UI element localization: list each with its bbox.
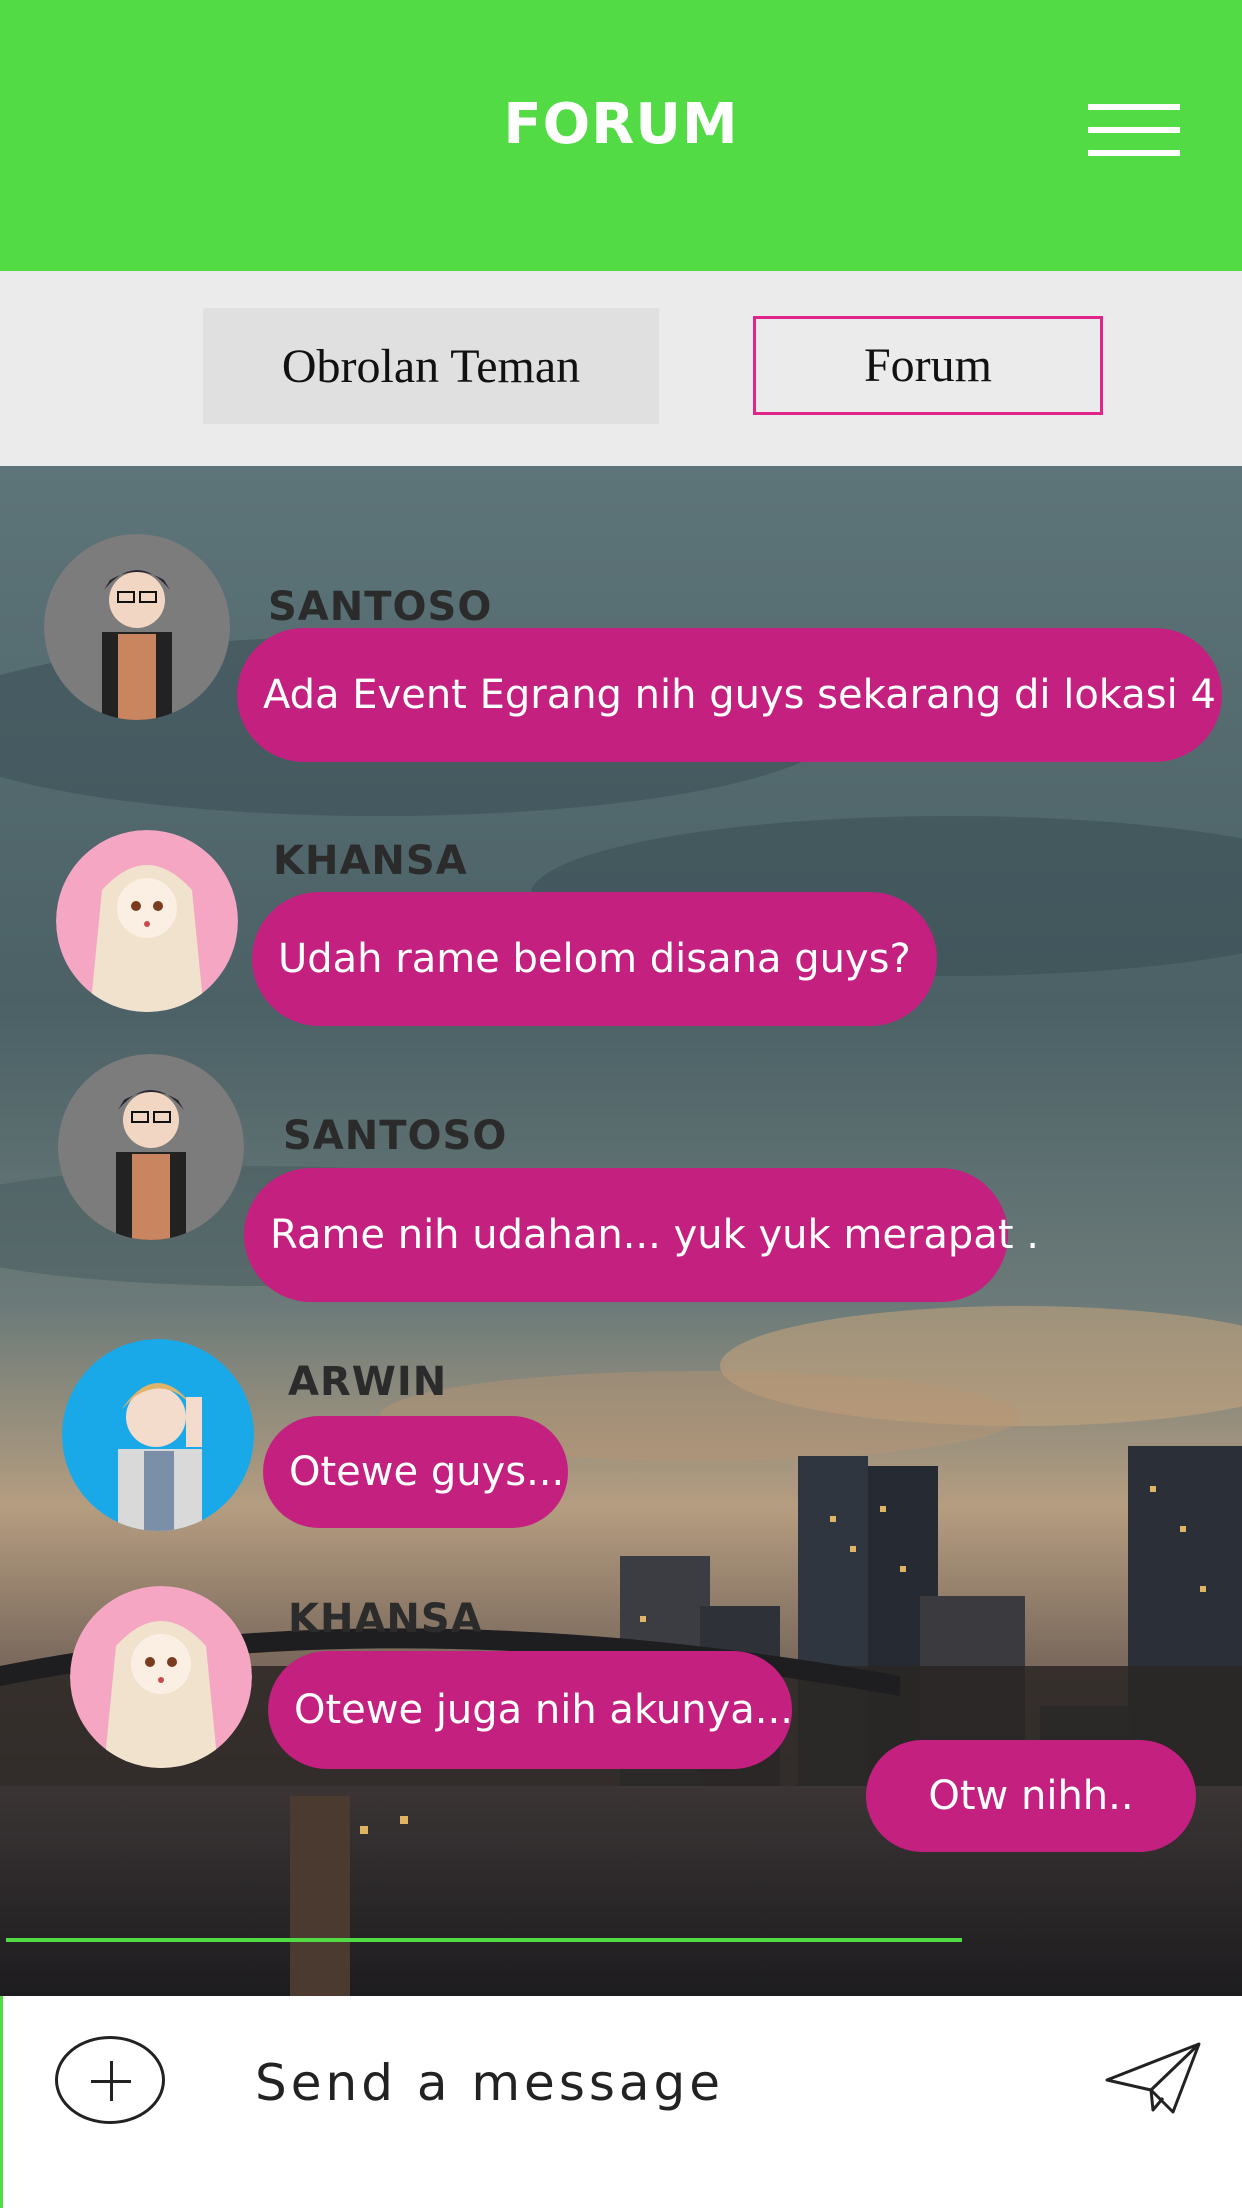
- chat-area[interactable]: SANTOSO Ada Event Egrang nih guys sekara…: [0, 466, 1242, 1996]
- sender-name: SANTOSO: [283, 1113, 508, 1159]
- app-header: FORUM: [0, 0, 1242, 271]
- paper-plane-icon[interactable]: [1103, 2040, 1203, 2116]
- sender-name: ARWIN: [288, 1359, 448, 1405]
- avatar-santoso[interactable]: [44, 534, 230, 720]
- message-bubble[interactable]: Rame nih udahan... yuk yuk merapat .: [244, 1168, 1039, 1302]
- message-bubble[interactable]: Udah rame belom disana guys?: [252, 892, 937, 1026]
- own-message-bubble[interactable]: Otw nihh..: [866, 1740, 1196, 1852]
- tab-bar: Obrolan Teman Forum: [0, 271, 1242, 466]
- plus-circle-icon[interactable]: [55, 2036, 165, 2124]
- message-composer: [0, 1996, 1242, 2208]
- avatar-santoso[interactable]: [58, 1054, 244, 1240]
- message-bubble[interactable]: Ada Event Egrang nih guys sekarang di lo…: [237, 628, 1222, 762]
- avatar-arwin[interactable]: [62, 1339, 254, 1531]
- sender-name: SANTOSO: [268, 584, 493, 630]
- avatar-khansa[interactable]: [56, 830, 238, 1012]
- hamburger-menu-icon[interactable]: [1088, 104, 1180, 156]
- divider-line: [6, 1938, 962, 1942]
- tab-obrolan-teman[interactable]: Obrolan Teman: [203, 308, 659, 424]
- sender-name: KHANSA: [273, 838, 468, 884]
- page-title: FORUM: [503, 92, 739, 157]
- avatar-khansa[interactable]: [70, 1586, 252, 1768]
- tab-forum[interactable]: Forum: [753, 316, 1103, 415]
- message-bubble[interactable]: Otewe guys...: [263, 1416, 568, 1528]
- message-input[interactable]: [253, 2044, 1017, 2122]
- message-bubble[interactable]: Otewe juga nih akunya...: [268, 1651, 793, 1769]
- sender-name: KHANSA: [288, 1596, 483, 1642]
